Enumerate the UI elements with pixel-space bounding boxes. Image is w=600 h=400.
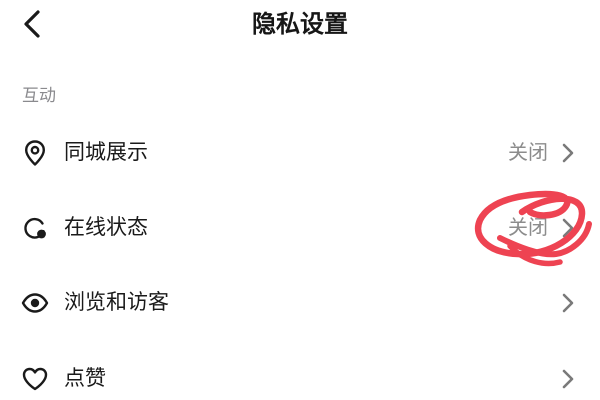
page-title: 隐私设置 [252, 10, 348, 38]
section-title-interaction: 互动 [22, 86, 56, 106]
chevron-right-icon [560, 216, 576, 240]
privacy-settings-page: 隐私设置 互动 同城展示 关闭 在线状态 关闭 浏览和访客 点赞 [0, 0, 600, 400]
row-value: 关闭 [508, 140, 548, 164]
header-bar: 隐私设置 [0, 0, 600, 50]
chevron-right-icon [560, 367, 576, 391]
heart-icon [20, 364, 50, 394]
eye-icon [20, 288, 50, 318]
row-label: 在线状态 [64, 215, 148, 239]
row-views-and-visitors[interactable]: 浏览和访客 [0, 272, 600, 332]
online-status-icon [20, 213, 50, 243]
location-pin-icon [20, 138, 50, 168]
chevron-right-icon [560, 291, 576, 315]
row-label: 点赞 [64, 366, 106, 390]
row-label: 同城展示 [64, 140, 148, 164]
row-likes[interactable]: 点赞 [0, 348, 600, 400]
chevron-right-icon [560, 141, 576, 165]
row-online-status[interactable]: 在线状态 关闭 [0, 197, 600, 257]
row-label: 浏览和访客 [64, 290, 169, 314]
row-nearby-display[interactable]: 同城展示 关闭 [0, 122, 600, 182]
row-value: 关闭 [508, 215, 548, 239]
